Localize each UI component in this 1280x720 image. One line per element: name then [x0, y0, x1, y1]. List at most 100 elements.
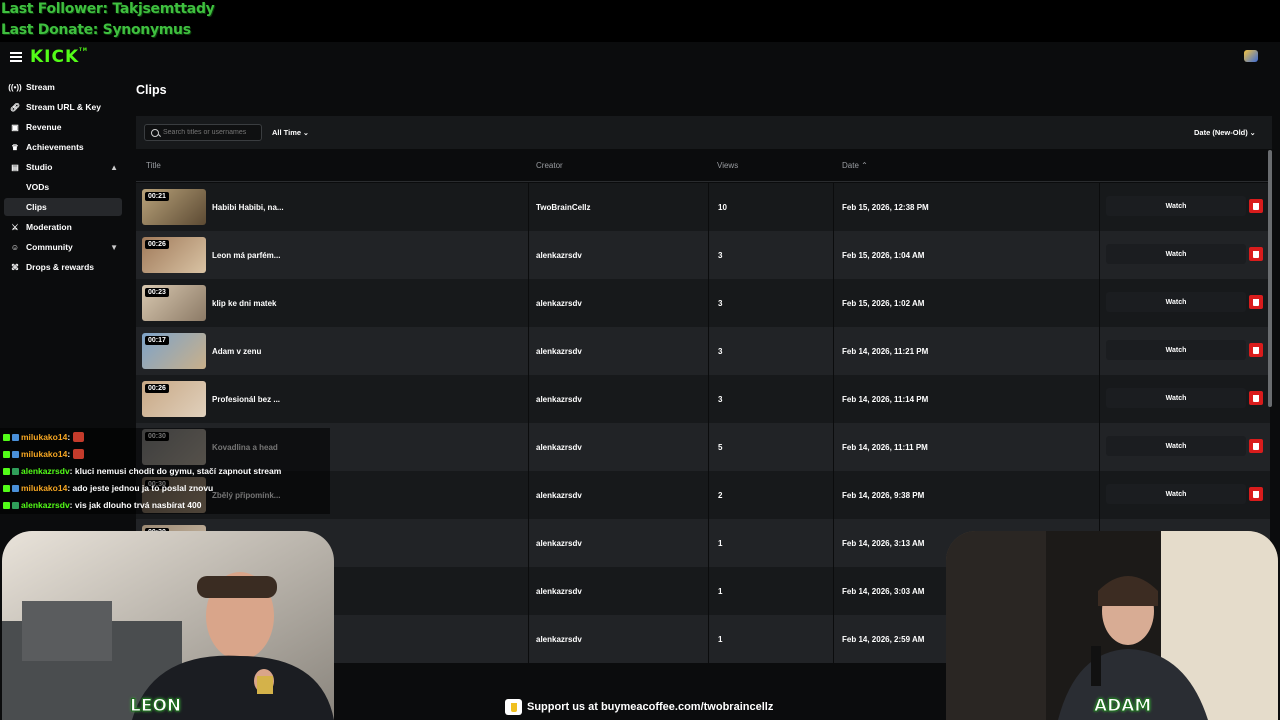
clip-title[interactable]: klip ke dni matek	[212, 279, 276, 327]
watch-button[interactable]: Watch	[1106, 484, 1246, 504]
search-icon	[151, 128, 159, 137]
delete-button[interactable]	[1249, 199, 1263, 213]
last-donate-text: Last Donate: Synonymus	[1, 22, 191, 38]
chat-overlay: milukako14 : milukako14 : alenkazrsdv : kl…	[0, 428, 330, 514]
sidebar-item-label: VODs	[26, 182, 50, 192]
sidebar-item-studio[interactable]: ▤ Studio ▲	[4, 158, 122, 176]
dollar-icon: ▣	[11, 122, 19, 132]
clip-creator[interactable]: alenkazrsdv	[536, 327, 582, 375]
sidebar-item-community[interactable]: ☺ Community ▼	[4, 238, 122, 256]
chevron-down-icon[interactable]: ▼	[110, 243, 118, 252]
chat-username[interactable]: alenkazrsdv	[21, 466, 70, 476]
clip-creator[interactable]: alenkazrsdv	[536, 519, 582, 567]
sidebar-item-label: Studio	[26, 162, 53, 172]
delete-button[interactable]	[1249, 343, 1263, 357]
sidebar-item-vods[interactable]: VODs	[4, 178, 122, 196]
watch-button[interactable]: Watch	[1106, 436, 1246, 456]
menu-icon[interactable]	[10, 52, 22, 62]
avatar[interactable]	[1244, 50, 1258, 62]
clip-duration: 00:26	[145, 240, 169, 249]
watch-button[interactable]: Watch	[1106, 340, 1246, 360]
sub-badge-icon	[12, 433, 19, 441]
clip-date: Feb 14, 2026, 3:13 AM	[842, 538, 925, 548]
clip-creator[interactable]: alenkazrsdv	[536, 567, 582, 615]
sidebar-item-label: Moderation	[26, 222, 72, 232]
sub-badge-icon	[12, 467, 19, 475]
clip-creator[interactable]: TwoBrainCellz	[536, 183, 591, 231]
delete-button[interactable]	[1249, 487, 1263, 501]
table-row[interactable]: 00:17 Adam v zenu alenkazrsdv 3 Feb 14, 2026…	[136, 327, 1270, 375]
column-title[interactable]: Title	[146, 161, 161, 170]
time-range-dropdown[interactable]: All Time ⌄	[272, 128, 309, 137]
scrollbar[interactable]	[1268, 150, 1272, 407]
chat-username[interactable]: milukako14	[21, 432, 67, 442]
column-date[interactable]: Date ⌃	[842, 161, 868, 170]
column-creator[interactable]: Creator	[536, 161, 563, 170]
webcam-leon: LEON	[2, 531, 334, 720]
kick-badge-icon	[3, 450, 10, 458]
watch-button[interactable]: Watch	[1106, 196, 1246, 216]
chat-username[interactable]: alenkazrsdv	[21, 500, 70, 510]
chat-username[interactable]: milukako14	[21, 449, 67, 459]
clip-thumbnail[interactable]: 00:23	[142, 285, 206, 321]
trash-icon	[1253, 298, 1259, 306]
watch-button[interactable]: Watch	[1106, 244, 1246, 264]
chat-text: :	[67, 449, 71, 459]
clip-creator[interactable]: alenkazrsdv	[536, 231, 582, 279]
clip-creator[interactable]: alenkazrsdv	[536, 375, 582, 423]
clip-thumbnail[interactable]: 00:17	[142, 333, 206, 369]
clip-views: 3	[718, 250, 723, 260]
clip-views: 3	[718, 298, 723, 308]
chat-username[interactable]: milukako14	[21, 483, 67, 493]
clip-duration: 00:17	[145, 336, 169, 345]
sidebar-item-achievements[interactable]: ♛ Achievements	[4, 138, 122, 156]
clip-views: 1	[718, 538, 723, 548]
delete-button[interactable]	[1249, 295, 1263, 309]
delete-button[interactable]	[1249, 247, 1263, 261]
clip-creator[interactable]: alenkazrsdv	[536, 615, 582, 663]
clip-creator[interactable]: alenkazrsdv	[536, 471, 582, 519]
sidebar-item-label: Stream	[26, 82, 55, 92]
chat-text: :	[67, 432, 71, 442]
sort-dropdown[interactable]: Date (New-Old) ⌄	[1194, 128, 1256, 137]
clip-title[interactable]: Leon má parfém...	[212, 231, 280, 279]
table-row[interactable]: 00:23 klip ke dni matek alenkazrsdv 3 Feb 15…	[136, 279, 1270, 327]
sidebar-item-stream-url[interactable]: 🔗︎ Stream URL & Key	[4, 98, 122, 116]
clip-creator[interactable]: alenkazrsdv	[536, 279, 582, 327]
sidebar-item-clips[interactable]: Clips	[4, 198, 122, 216]
clip-title[interactable]: Adam v zenu	[212, 327, 261, 375]
delete-button[interactable]	[1249, 439, 1263, 453]
clip-thumbnail[interactable]: 00:26	[142, 237, 206, 273]
sidebar-item-stream[interactable]: ((•)) Stream	[4, 78, 122, 96]
clip-duration: 00:21	[145, 192, 169, 201]
search-box[interactable]	[144, 124, 262, 141]
sub-badge-icon	[12, 501, 19, 509]
chat-message: milukako14 :	[3, 449, 85, 459]
watch-button[interactable]: Watch	[1106, 292, 1246, 312]
sub-badge-icon	[12, 450, 19, 458]
filter-bar: All Time⌄ Date (New-Old)⌄	[136, 116, 1272, 149]
sidebar-item-revenue[interactable]: ▣ Revenue	[4, 118, 122, 136]
search-input[interactable]	[163, 129, 259, 136]
clip-title[interactable]: Profesionál bez ...	[212, 375, 280, 423]
emote-icon	[73, 449, 85, 459]
kick-logo[interactable]: KICKTM	[30, 47, 88, 67]
sidebar-item-drops[interactable]: ⌘ Drops & rewards	[4, 258, 122, 276]
table-row[interactable]: 00:21 Habibi Habibi, na... TwoBrainCellz 10…	[136, 183, 1270, 231]
clip-views: 3	[718, 346, 723, 356]
column-views[interactable]: Views	[717, 161, 738, 170]
table-row[interactable]: 00:26 Profesionál bez ... alenkazrsdv 3 Feb …	[136, 375, 1270, 423]
clip-thumbnail[interactable]: 00:21	[142, 189, 206, 225]
clip-thumbnail[interactable]: 00:26	[142, 381, 206, 417]
chat-message: alenkazrsdv : kluci nemusi chodit do gym…	[3, 466, 281, 476]
trash-icon	[1253, 394, 1259, 402]
sidebar-item-moderation[interactable]: ⚔ Moderation	[4, 218, 122, 236]
clip-creator[interactable]: alenkazrsdv	[536, 423, 582, 471]
clip-duration: 00:23	[145, 288, 169, 297]
table-row[interactable]: 00:26 Leon má parfém... alenkazrsdv 3 Feb 15…	[136, 231, 1270, 279]
chevron-up-icon[interactable]: ▲	[110, 163, 118, 172]
delete-button[interactable]	[1249, 391, 1263, 405]
clip-title[interactable]: Habibi Habibi, na...	[212, 183, 284, 231]
clip-views: 1	[718, 634, 723, 644]
watch-button[interactable]: Watch	[1106, 388, 1246, 408]
